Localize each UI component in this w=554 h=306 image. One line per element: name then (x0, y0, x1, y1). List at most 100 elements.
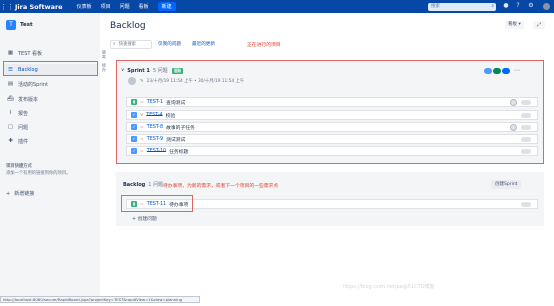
project-shortcuts-hint: 项目快捷方式 添加一个有用的链接到你的项目。 (6, 164, 96, 177)
table-row[interactable]: ✓ = TEST-8 故事的子任务 (126, 122, 538, 132)
tab-versions[interactable]: 版本 (100, 50, 107, 58)
issue-summary: 测试测试 (166, 137, 186, 143)
project-sidebar: T Test ▦ TEST 看板 ☰ Backlog ▤ 活动的Sprint ⛴… (0, 13, 100, 296)
sprint-dates: ✎ 23/十月/19 11:54 上午 • 30/十月/19 11:54 上午 (128, 77, 244, 85)
vertical-panel-tabs: 版本 经办 (100, 50, 107, 77)
issue-summary: 查询测试 (166, 100, 186, 106)
filter-recently-updated[interactable]: 最近的更新 (192, 41, 215, 47)
task-check-icon: ✓ (131, 136, 137, 142)
notifications-icon[interactable]: ● (502, 2, 510, 10)
shortcuts-text: 添加一个有用的链接到你的项目。 (6, 170, 71, 176)
estimate-pill (521, 100, 531, 105)
menu-dashboards[interactable]: 仪表板 (77, 3, 92, 10)
issue-key[interactable]: TEST-1 (147, 100, 163, 105)
issue-key[interactable]: TEST-4 (146, 113, 162, 118)
app-switcher-icon[interactable]: ⋮⋮ (0, 3, 14, 11)
help-icon[interactable]: ? (514, 2, 522, 10)
sprint-issue-count: 5 问题 (152, 68, 168, 74)
expand-icon[interactable]: ⤢ (533, 21, 545, 29)
sprint-icon: ▤ (7, 81, 14, 87)
table-row[interactable]: ✓ = TEST-9 测试测试 (126, 134, 538, 144)
issue-key[interactable]: TEST-10 (147, 149, 166, 154)
sidebar-item-label: 报告 (18, 110, 29, 117)
quick-search-input[interactable]: ⌕ 快速搜索 (110, 40, 152, 49)
issue-summary: 故事的子任务 (166, 125, 195, 131)
issue-key[interactable]: TEST-8 (147, 125, 163, 130)
create-issue-button[interactable]: + 创建问题 (132, 215, 157, 222)
browser-status-url: http://localhost:8080/secure/RapidBoard.… (0, 296, 200, 303)
global-search-input[interactable]: 搜索 ⌕ (428, 3, 496, 11)
task-check-icon: ✓ (131, 124, 137, 130)
project-name: Test (20, 22, 33, 28)
sidebar-item-label: 问题 (18, 124, 29, 131)
assignee-avatar (510, 99, 517, 106)
filter-only-my-issues[interactable]: 仅我的问题 (158, 41, 181, 47)
issues-icon: ▢ (7, 124, 14, 130)
tab-epics[interactable]: 经办 (100, 63, 107, 71)
table-row[interactable]: ▮ = TEST-1 查询测试 (126, 97, 538, 107)
more-options-icon[interactable]: ⋯ (514, 67, 520, 74)
story-icon: ▮ (131, 99, 137, 105)
pencil-icon[interactable]: ✎ (140, 79, 144, 84)
backlog-header: Backlog 1 问题 (123, 181, 163, 189)
jira-logo[interactable]: Jira Software (15, 3, 63, 11)
estimate-pill (521, 137, 531, 142)
sidebar-item-reports[interactable]: ⌇ 报告 (4, 107, 98, 119)
issue-summary: 任务标题 (169, 149, 189, 155)
priority-icon: = (140, 136, 144, 142)
done-count-pill (502, 67, 510, 74)
menu-projects[interactable]: 项目 (101, 3, 111, 10)
plus-icon: + (132, 217, 137, 222)
todo-count-pill (484, 67, 492, 74)
backlog-issue-highlight-box (121, 195, 193, 212)
sprint-name: Sprint 1 (127, 67, 150, 74)
add-link-button[interactable]: + 新增链接 (6, 190, 34, 198)
chevron-down-icon[interactable]: ∨ (121, 68, 124, 73)
board-icon: ▦ (7, 50, 14, 56)
search-icon: ⌕ (113, 42, 116, 47)
estimate-pill (521, 202, 531, 207)
sidebar-item-label: 插件 (18, 138, 29, 145)
priority-icon: = (140, 99, 144, 105)
search-placeholder: 搜索 (431, 4, 440, 9)
plus-icon: + (6, 190, 11, 197)
sidebar-item-addons[interactable]: ✚ 插件 (4, 135, 98, 147)
priority-icon: ∨ (140, 112, 144, 118)
annotation-sprint: 正在进行的项目 (247, 43, 281, 48)
sidebar-item-board[interactable]: ▦ TEST 看板 (4, 47, 98, 59)
sprint-status-dots: ⋯ (484, 67, 520, 74)
sidebar-item-label: 发布版本 (18, 96, 39, 103)
project-header[interactable]: T Test (6, 20, 33, 30)
task-check-icon: ✓ (131, 112, 137, 118)
sidebar-item-issues[interactable]: ▢ 问题 (4, 121, 98, 133)
table-row[interactable]: ✓ ∨ TEST-4 校验 (126, 110, 538, 120)
assignee-avatar (510, 124, 517, 131)
backlog-highlight-box (3, 61, 98, 76)
watermark: https://blog.csdn.net/pa@51CTO博客 (343, 284, 435, 290)
table-row[interactable]: ✓ = TEST-10 任务标题 (126, 146, 538, 156)
create-issue-label: 创建问题 (137, 217, 157, 222)
menu-issues[interactable]: 问题 (120, 3, 130, 10)
annotation-backlog: 待办事项，为新的需求，或者下一个项目的一些需求点 (163, 184, 279, 189)
menu-boards[interactable]: 看板 (139, 3, 149, 10)
priority-icon: = (140, 124, 144, 130)
backlog-title: Backlog (123, 181, 146, 188)
sidebar-item-active-sprint[interactable]: ▤ 活动的Sprint (4, 78, 98, 90)
settings-gear-icon[interactable]: ⚙ (527, 2, 535, 10)
create-button[interactable]: 新建 (157, 2, 176, 11)
estimate-pill (521, 113, 531, 118)
release-icon: ⛴ (7, 96, 14, 102)
search-icon: ⌕ (491, 4, 494, 9)
sprint-header[interactable]: ∨ Sprint 1 5 问题 活跃 (121, 67, 184, 74)
top-navigation-bar: ⋮⋮ Jira Software 仪表板 项目 问题 看板 新建 搜索 ⌕ ● … (0, 0, 554, 13)
issue-summary: 校验 (165, 113, 176, 119)
board-button-label: 看板 (508, 22, 517, 27)
issue-key[interactable]: TEST-9 (147, 137, 163, 142)
user-avatar[interactable] (543, 3, 550, 10)
sidebar-item-releases[interactable]: ⛴ 发布版本 (4, 93, 98, 105)
board-dropdown-button[interactable]: 看板 ▾ (505, 21, 524, 29)
chevron-down-icon: ▾ (518, 22, 521, 27)
addon-icon: ✚ (8, 138, 13, 144)
create-sprint-button[interactable]: 创建Sprint (491, 180, 522, 189)
backlog-issue-count: 1 问题 (148, 182, 163, 188)
